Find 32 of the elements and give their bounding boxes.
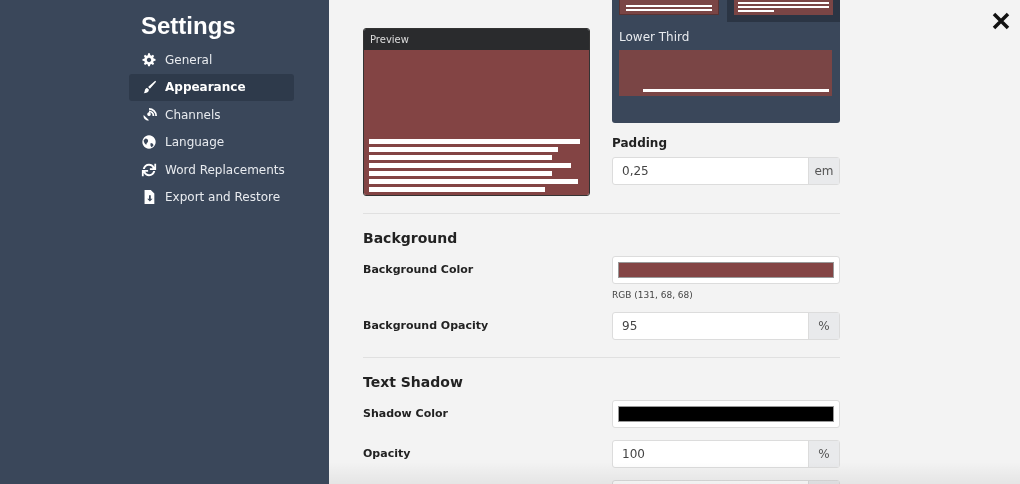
globe-icon (141, 134, 157, 151)
sidebar-item[interactable]: Appearance (129, 73, 294, 101)
option-label: Lower Third (619, 30, 691, 44)
unit-label: em (808, 158, 839, 184)
gear-icon (141, 51, 157, 68)
field-label: Shadow Color (363, 406, 449, 420)
unit-label: % (808, 313, 839, 339)
sidebar-item[interactable]: Word Replacements (129, 156, 294, 184)
sidebar-title: Settings (141, 12, 237, 40)
unit-label: % (808, 441, 839, 467)
sidebar-item[interactable]: General (129, 46, 294, 73)
field-label: Background Opacity (363, 318, 490, 332)
close-icon[interactable] (992, 12, 1010, 30)
field-label: Background Color (363, 262, 475, 276)
color-picker[interactable] (612, 256, 840, 284)
refresh-icon (141, 161, 157, 178)
section-heading: Background (363, 230, 459, 246)
sidebar-item[interactable]: Export and Restore (129, 183, 294, 211)
field-label: Padding (612, 136, 668, 150)
color-picker[interactable] (612, 400, 840, 428)
color-caption: RGB (131, 68, 68) (612, 290, 694, 300)
section-heading: Text Shadow (363, 374, 464, 390)
input-field[interactable]: 0,25 em (612, 157, 840, 185)
input-field[interactable]: 100 % (612, 440, 840, 468)
preview-title: Preview (364, 29, 589, 50)
brush-icon (141, 79, 157, 96)
sidebar-item[interactable]: Language (129, 128, 294, 156)
field-label: Opacity (363, 446, 412, 460)
sidebar-item[interactable]: Channels (129, 101, 294, 129)
input-field[interactable]: 95 % (612, 312, 840, 340)
satellite-dish-icon (141, 106, 157, 123)
position-option[interactable] (619, 50, 832, 96)
